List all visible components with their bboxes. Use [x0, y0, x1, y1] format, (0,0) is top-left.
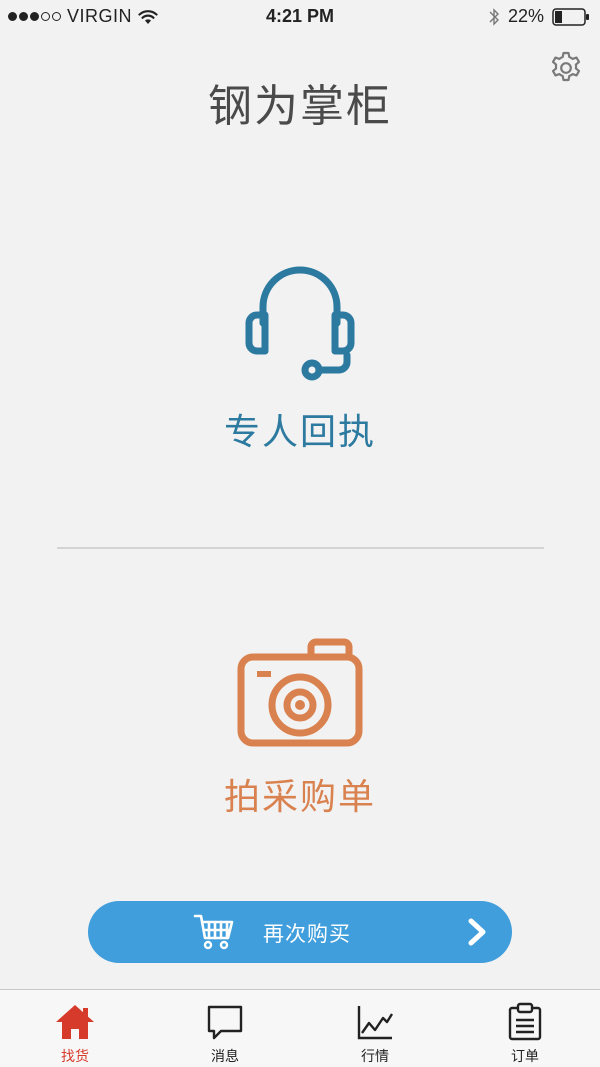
- status-bar: VIRGIN 4:21 PM 22%: [0, 0, 600, 34]
- tab-messages[interactable]: 消息: [150, 990, 300, 1067]
- photo-purchase-order-button[interactable]: 拍采购单: [0, 635, 600, 835]
- dedicated-receipt-label: 专人回执: [223, 412, 376, 453]
- page-title: 钢为掌柜: [208, 81, 392, 132]
- clipboard-icon: [508, 1002, 542, 1041]
- home-icon: [56, 1005, 94, 1039]
- dedicated-receipt-button[interactable]: 专人回执: [0, 255, 600, 465]
- message-icon: [207, 1005, 243, 1040]
- tab-market-label: 行情: [361, 1049, 389, 1065]
- tab-market[interactable]: 行情: [300, 990, 450, 1067]
- buy-again-button[interactable]: 再次购买: [88, 901, 512, 963]
- status-right: 22%: [488, 6, 590, 27]
- divider: [57, 547, 544, 549]
- headset-icon: [245, 266, 355, 381]
- shopping-cart-icon: [193, 914, 234, 950]
- tab-find-goods-label: 找货: [61, 1049, 89, 1065]
- photo-purchase-order-label: 拍采购单: [223, 777, 376, 818]
- battery-percent: 22%: [507, 6, 544, 26]
- tab-messages-label: 消息: [211, 1049, 239, 1065]
- chart-icon: [357, 1006, 394, 1040]
- tab-orders-label: 订单: [511, 1049, 539, 1065]
- settings-gear-icon[interactable]: [548, 50, 584, 86]
- buy-again-label: 再次购买: [263, 922, 351, 946]
- tab-orders[interactable]: 订单: [450, 990, 600, 1067]
- tab-find-goods[interactable]: 找货: [0, 990, 150, 1067]
- battery-icon: [552, 7, 589, 26]
- chevron-right-icon: [468, 918, 486, 946]
- tab-bar: 找货 消息 行情 订单: [0, 989, 600, 1067]
- bluetooth-icon: [489, 7, 499, 26]
- camera-icon: [237, 638, 363, 747]
